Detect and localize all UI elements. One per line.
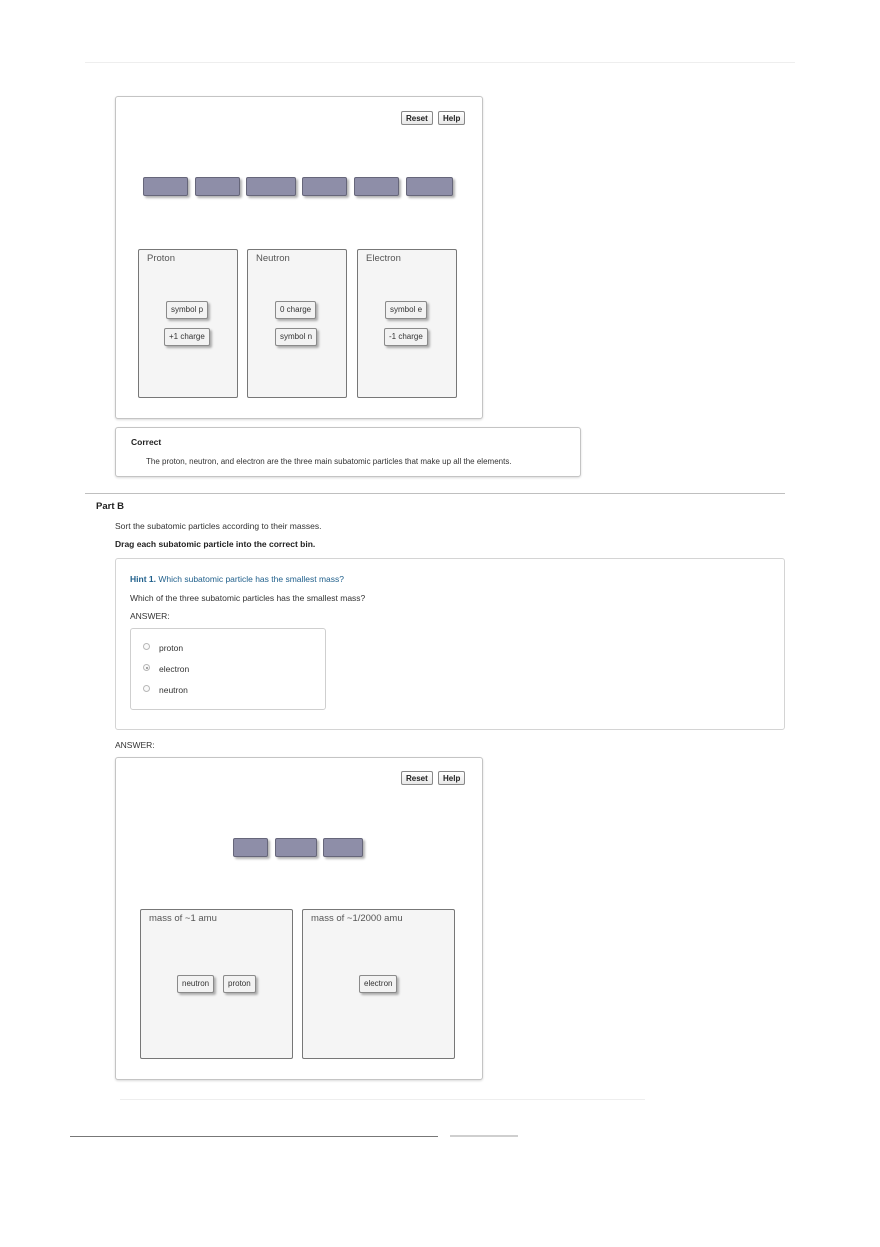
radio-neutron[interactable]: [143, 685, 150, 692]
part-b-heading: Part B: [96, 501, 124, 512]
empty-drop-slot[interactable]: [143, 177, 188, 196]
hint-options-box: proton electron neutron: [130, 628, 326, 710]
part-b-directive: Drag each subatomic particle into the co…: [115, 539, 316, 549]
feedback-title: Correct: [131, 437, 162, 447]
chip-electron[interactable]: electron: [359, 975, 398, 993]
hint-box: Hint 1. Which subatomic particle has the…: [115, 558, 785, 730]
bin-title: mass of ~1/2000 amu: [311, 913, 403, 924]
chip-0-charge[interactable]: 0 charge: [275, 301, 317, 319]
hint-link[interactable]: Hint 1. Which subatomic particle has the…: [130, 574, 344, 584]
radio-proton[interactable]: [143, 643, 150, 650]
bin-title: Electron: [366, 253, 401, 264]
bin-neutron[interactable]: Neutron 0 charge symbol n: [247, 249, 347, 398]
footer-divider: [120, 1099, 645, 1100]
chip-symbol-n[interactable]: symbol n: [275, 328, 318, 346]
page-footer-mark: [450, 1135, 518, 1137]
bin-title: Neutron: [256, 253, 290, 264]
hint-title: Which subatomic particle has the smalles…: [158, 574, 345, 584]
bin-title: Proton: [147, 253, 175, 264]
reset-button[interactable]: Reset: [401, 771, 433, 785]
hint-question: Which of the three subatomic particles h…: [130, 593, 366, 603]
bin-proton[interactable]: Proton symbol p +1 charge: [138, 249, 238, 398]
empty-drop-slot[interactable]: [406, 177, 453, 196]
option-label: electron: [159, 664, 190, 674]
part-b-dnd-panel: Reset Help mass of ~1 amu neutron proton…: [115, 757, 483, 1080]
empty-drop-slot[interactable]: [195, 177, 240, 196]
part-b-answer-label: ANSWER:: [115, 740, 155, 750]
part-a-dnd-panel: Reset Help Proton symbol p +1 charge Neu…: [115, 96, 483, 419]
bin-electron[interactable]: Electron symbol e -1 charge: [357, 249, 457, 398]
empty-drop-slot[interactable]: [354, 177, 399, 196]
bin-mass-1-amu[interactable]: mass of ~1 amu neutron proton: [140, 909, 293, 1059]
empty-drop-slot[interactable]: [323, 838, 363, 857]
feedback-message: The proton, neutron, and electron are th…: [146, 457, 512, 466]
top-divider: [85, 62, 795, 63]
part-divider: [85, 493, 785, 494]
chip-minus1-charge[interactable]: -1 charge: [384, 328, 428, 346]
hint-number: Hint 1.: [130, 574, 156, 584]
option-label: neutron: [159, 685, 188, 695]
chip-symbol-p[interactable]: symbol p: [166, 301, 209, 319]
chip-proton[interactable]: proton: [223, 975, 256, 993]
option-label: proton: [159, 643, 184, 653]
bin-mass-1-2000-amu[interactable]: mass of ~1/2000 amu electron: [302, 909, 455, 1059]
empty-drop-slot[interactable]: [275, 838, 317, 857]
hint-answer-label: ANSWER:: [130, 611, 170, 621]
radio-electron[interactable]: [143, 664, 150, 671]
empty-drop-slot[interactable]: [246, 177, 296, 196]
chip-symbol-e[interactable]: symbol e: [385, 301, 428, 319]
bin-title: mass of ~1 amu: [149, 913, 217, 924]
feedback-correct-box: Correct The proton, neutron, and electro…: [115, 427, 581, 477]
part-b-instruction: Sort the subatomic particles according t…: [115, 521, 322, 531]
help-button[interactable]: Help: [438, 111, 466, 125]
page-footer-rule: [70, 1136, 438, 1137]
reset-button[interactable]: Reset: [401, 111, 433, 125]
help-button[interactable]: Help: [438, 771, 466, 785]
empty-drop-slot[interactable]: [233, 838, 268, 857]
chip-plus1-charge[interactable]: +1 charge: [164, 328, 210, 346]
chip-neutron[interactable]: neutron: [177, 975, 215, 993]
empty-drop-slot[interactable]: [302, 177, 347, 196]
